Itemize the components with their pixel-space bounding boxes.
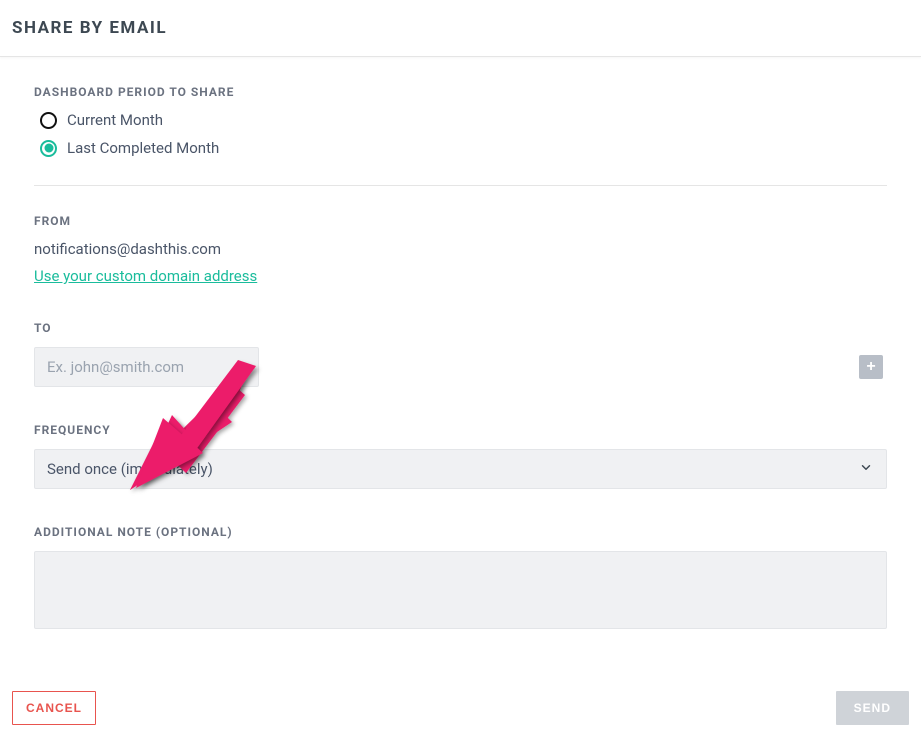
divider <box>34 185 887 186</box>
note-textarea[interactable] <box>34 551 887 629</box>
custom-domain-link[interactable]: Use your custom domain address <box>34 267 257 285</box>
frequency-select-wrap: Send once (immediately) <box>34 449 887 489</box>
dialog-content: DASHBOARD PERIOD TO SHARE Current Month … <box>0 57 921 633</box>
from-email-text: notifications@dashthis.com <box>34 240 887 258</box>
radio-label: Current Month <box>67 111 163 129</box>
frequency-value: Send once (immediately) <box>47 460 213 478</box>
frequency-select[interactable]: Send once (immediately) <box>34 449 887 489</box>
frequency-label: FREQUENCY <box>34 423 887 437</box>
radio-last-completed-month[interactable]: Last Completed Month <box>40 139 887 157</box>
to-email-input[interactable] <box>34 347 259 387</box>
dialog-header: SHARE BY EMAIL <box>0 0 921 57</box>
from-label: FROM <box>34 214 887 228</box>
from-section: FROM notifications@dashthis.com Use your… <box>34 214 887 285</box>
to-section: TO + <box>34 321 887 387</box>
note-section: ADDITIONAL NOTE (OPTIONAL) <box>34 525 887 633</box>
period-label: DASHBOARD PERIOD TO SHARE <box>34 85 887 99</box>
send-button[interactable]: SEND <box>836 691 909 725</box>
note-label: ADDITIONAL NOTE (OPTIONAL) <box>34 525 887 539</box>
cancel-button[interactable]: CANCEL <box>12 691 96 725</box>
radio-current-month[interactable]: Current Month <box>40 111 887 129</box>
add-recipient-button[interactable]: + <box>859 355 883 379</box>
radio-icon <box>40 112 57 129</box>
to-input-wrap: + <box>34 347 887 387</box>
plus-icon: + <box>866 359 875 375</box>
dialog-footer: CANCEL SEND <box>0 679 921 737</box>
radio-icon-selected <box>40 140 57 157</box>
period-radio-group: Current Month Last Completed Month <box>34 111 887 157</box>
to-label: TO <box>34 321 887 335</box>
frequency-section: FREQUENCY Send once (immediately) <box>34 423 887 489</box>
dialog-title: SHARE BY EMAIL <box>12 18 909 38</box>
period-section: DASHBOARD PERIOD TO SHARE Current Month … <box>34 85 887 157</box>
radio-label: Last Completed Month <box>67 139 219 157</box>
